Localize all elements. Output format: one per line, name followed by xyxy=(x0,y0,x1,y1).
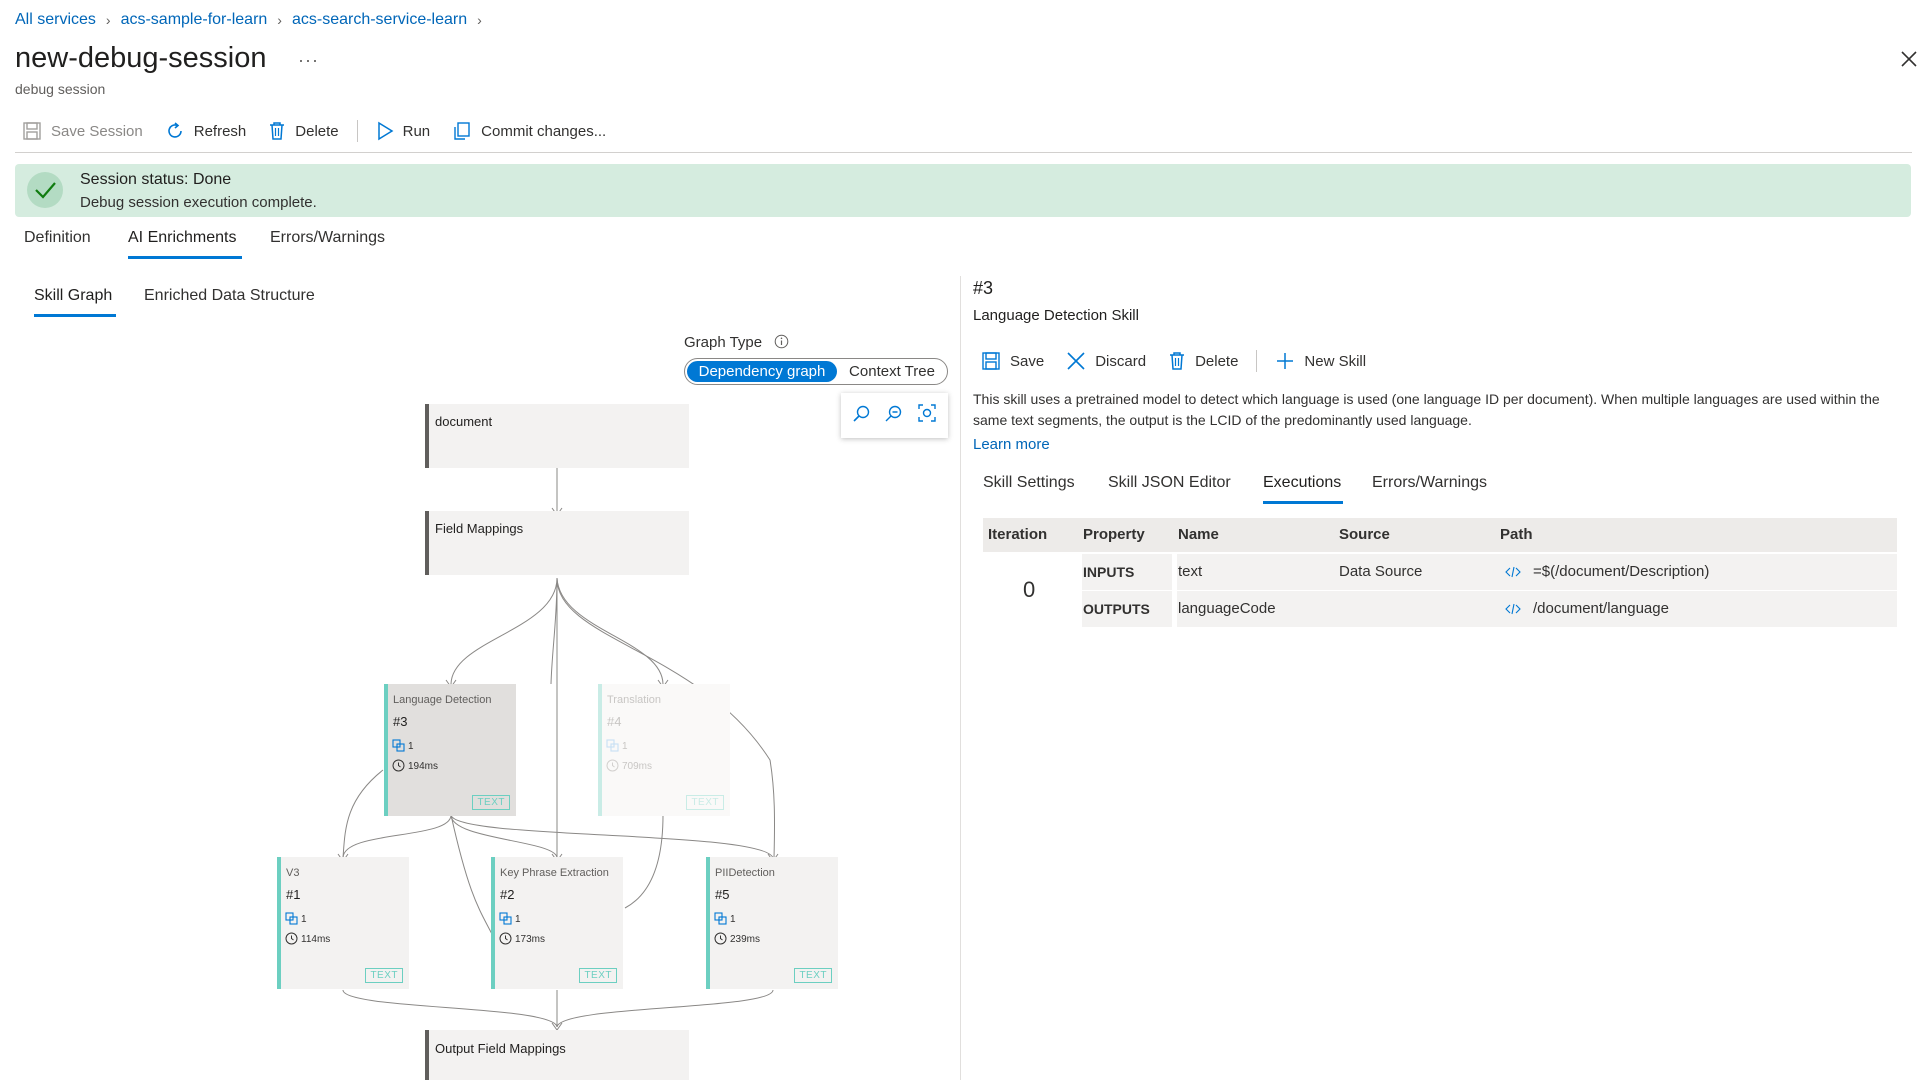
header-property: Property xyxy=(1083,518,1145,552)
execution-time: 239ms xyxy=(730,934,760,945)
tab-executions[interactable]: Executions xyxy=(1263,474,1341,492)
skill-panel-title: Language Detection Skill xyxy=(973,307,1139,324)
executions-icon xyxy=(392,739,405,752)
expression-icon[interactable] xyxy=(1505,603,1521,615)
text-badge: TEXT xyxy=(794,968,832,983)
execution-time: 194ms xyxy=(408,761,438,772)
skill-name: PIIDetection xyxy=(715,867,775,879)
document-node[interactable]: document xyxy=(425,404,689,468)
text-badge: TEXT xyxy=(472,795,510,810)
skill-panel-id: #3 xyxy=(973,278,993,299)
skill-node-v3[interactable]: V3 #1 1 114ms TEXT xyxy=(277,857,409,989)
skill-node-key-phrase-extraction[interactable]: Key Phrase Extraction #2 1 173ms TEXT xyxy=(491,857,623,989)
pane-splitter[interactable] xyxy=(960,276,961,1080)
executions-icon xyxy=(499,912,512,925)
skill-description: This skill uses a pretrained model to de… xyxy=(973,389,1903,431)
expression-icon[interactable] xyxy=(1505,566,1521,578)
row-property: OUTPUTS xyxy=(1083,591,1150,627)
row-name: languageCode xyxy=(1178,591,1276,627)
skill-discard-button[interactable]: Discard xyxy=(1066,351,1146,371)
header-iteration: Iteration xyxy=(988,518,1047,552)
skill-number: #1 xyxy=(286,887,300,902)
header-source: Source xyxy=(1339,518,1390,552)
toolbar-divider xyxy=(1256,350,1257,372)
skill-name: V3 xyxy=(286,867,299,879)
skill-name: Translation xyxy=(607,694,661,706)
execution-count: 1 xyxy=(301,914,307,925)
plus-icon xyxy=(1275,351,1295,371)
clock-icon xyxy=(392,759,405,772)
skill-number: #4 xyxy=(607,714,621,729)
tab-skill-json-editor[interactable]: Skill JSON Editor xyxy=(1108,474,1231,492)
clock-icon xyxy=(499,932,512,945)
close-icon[interactable] xyxy=(1898,48,1920,70)
learn-more-link[interactable]: Learn more xyxy=(973,436,1050,453)
execution-count: 1 xyxy=(730,914,736,925)
executions-icon xyxy=(714,912,727,925)
new-skill-label: New Skill xyxy=(1304,353,1366,370)
output-field-mappings-label: Output Field Mappings xyxy=(435,1041,566,1056)
execution-time: 114ms xyxy=(301,934,330,945)
document-node-label: document xyxy=(435,414,492,429)
trash-icon xyxy=(1168,351,1186,371)
row-name: text xyxy=(1178,554,1202,590)
tab-skill-errors-warnings[interactable]: Errors/Warnings xyxy=(1372,474,1487,492)
execution-count: 1 xyxy=(622,741,628,752)
skill-node-language-detection[interactable]: Language Detection #3 1 194ms TEXT xyxy=(384,684,516,816)
save-icon xyxy=(981,351,1001,371)
skill-tab-active-indicator xyxy=(1263,501,1343,504)
header-path: Path xyxy=(1500,518,1533,552)
clock-icon xyxy=(714,932,727,945)
skill-delete-label: Delete xyxy=(1195,353,1238,370)
skill-discard-label: Discard xyxy=(1095,353,1146,370)
field-mappings-node[interactable]: Field Mappings xyxy=(425,511,689,575)
clock-icon xyxy=(606,759,619,772)
clock-icon xyxy=(285,932,298,945)
execution-count: 1 xyxy=(515,914,521,925)
iteration-value: 0 xyxy=(1023,572,1035,608)
new-skill-button[interactable]: New Skill xyxy=(1275,351,1366,371)
skill-node-translation[interactable]: Translation #4 1 709ms TEXT xyxy=(598,684,730,816)
skill-number: #2 xyxy=(500,887,514,902)
close-icon xyxy=(1066,351,1086,371)
output-field-mappings-node[interactable]: Output Field Mappings xyxy=(425,1030,689,1080)
field-mappings-label: Field Mappings xyxy=(435,521,523,536)
row-source: Data Source xyxy=(1339,554,1422,590)
skill-number: #3 xyxy=(393,714,407,729)
execution-time: 709ms xyxy=(622,761,652,772)
skill-save-button[interactable]: Save xyxy=(981,351,1044,371)
executions-icon xyxy=(285,912,298,925)
row-property: INPUTS xyxy=(1083,554,1134,590)
row-path: /document/language xyxy=(1533,591,1669,627)
execution-time: 173ms xyxy=(515,934,545,945)
skill-number: #5 xyxy=(715,887,729,902)
tab-skill-settings[interactable]: Skill Settings xyxy=(983,474,1075,492)
text-badge: TEXT xyxy=(686,795,724,810)
skill-node-pii-detection[interactable]: PIIDetection #5 1 239ms TEXT xyxy=(706,857,838,989)
skill-panel-toolbar: Save Discard Delete New Skill xyxy=(981,348,1388,374)
row-gap xyxy=(1172,554,1177,627)
text-badge: TEXT xyxy=(579,968,617,983)
skill-name: Key Phrase Extraction xyxy=(500,867,609,879)
row-gap xyxy=(1077,554,1082,627)
row-path: =$(/document/Description) xyxy=(1533,554,1709,590)
execution-count: 1 xyxy=(408,741,414,752)
text-badge: TEXT xyxy=(365,968,403,983)
executions-icon xyxy=(606,739,619,752)
skill-name: Language Detection xyxy=(393,694,491,706)
header-name: Name xyxy=(1178,518,1219,552)
skill-save-label: Save xyxy=(1010,353,1044,370)
skill-delete-button[interactable]: Delete xyxy=(1168,351,1238,371)
